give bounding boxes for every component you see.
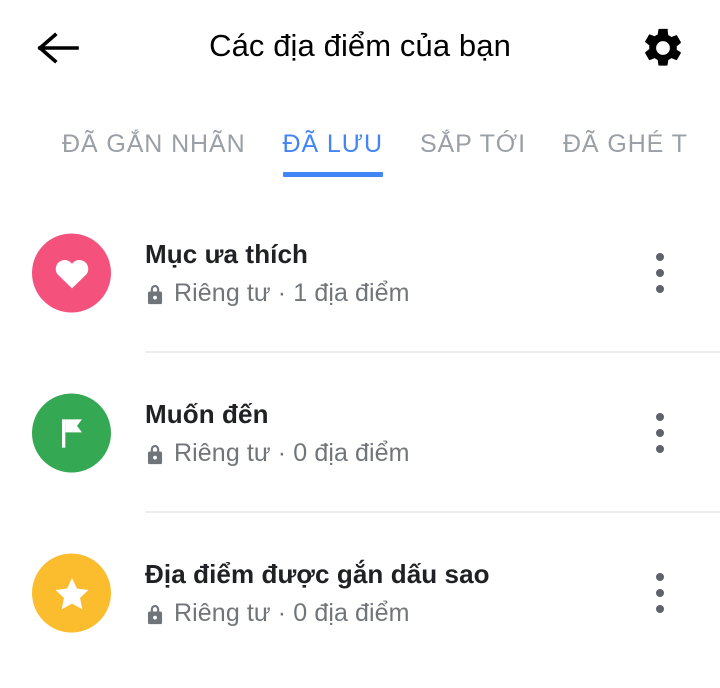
tab-label: ĐÃ GHÉ T	[562, 130, 688, 158]
list-item[interactable]: Muốn đến Riêng tư · 0 địa điểm	[0, 353, 720, 513]
tab-label: SẮP TỚI	[419, 130, 526, 158]
tabs-row: ĐÃ GẮN NHÃN ĐÃ LƯU SẮP TỚI ĐÃ GHÉ T	[62, 100, 688, 193]
list-text: Địa điểm được gắn dấu sao Riêng tư · 0 đ…	[145, 557, 610, 629]
list-subtitle: Riêng tư · 0 địa điểm	[145, 438, 610, 469]
list-avatar	[32, 393, 111, 473]
saved-lists: Mục ưa thích Riêng tư · 1 địa điểm Muốn …	[0, 193, 720, 673]
app-bar: Các địa điểm của bạn	[0, 0, 720, 100]
list-title: Mục ưa thích	[145, 239, 309, 269]
more-vert-icon[interactable]	[636, 245, 684, 301]
tab-visited[interactable]: ĐÃ GHÉ T	[563, 100, 688, 193]
page-title: Các địa điểm của bạn	[209, 28, 511, 63]
flag-icon	[52, 413, 92, 453]
tab-upcoming[interactable]: SẮP TỚI	[420, 100, 526, 193]
list-item[interactable]: Mục ưa thích Riêng tư · 1 địa điểm	[0, 193, 720, 353]
tab-saved[interactable]: ĐÃ LƯU	[282, 100, 383, 193]
list-subtitle: Riêng tư · 1 địa điểm	[145, 278, 610, 309]
list-subtitle-text: Riêng tư · 0 địa điểm	[174, 599, 410, 627]
list-subtitle-text: Riêng tư · 1 địa điểm	[174, 279, 410, 307]
list-avatar	[32, 553, 111, 633]
gear-icon	[640, 25, 686, 71]
list-item[interactable]: Địa điểm được gắn dấu sao Riêng tư · 0 đ…	[0, 513, 720, 673]
list-text: Muốn đến Riêng tư · 0 địa điểm	[145, 397, 610, 469]
tab-label: ĐÃ LƯU	[282, 130, 383, 158]
list-subtitle-text: Riêng tư · 0 địa điểm	[174, 439, 410, 467]
lock-icon	[145, 443, 165, 467]
list-title: Địa điểm được gắn dấu sao	[145, 559, 490, 589]
star-icon	[50, 571, 94, 615]
list-text: Mục ưa thích Riêng tư · 1 địa điểm	[145, 237, 610, 309]
more-vert-icon[interactable]	[636, 565, 684, 621]
list-avatar	[32, 233, 111, 313]
lock-icon	[145, 603, 165, 627]
lock-icon	[145, 283, 165, 307]
heart-icon	[51, 252, 93, 294]
tab-label: ĐÃ GẮN NHÃN	[62, 130, 246, 158]
tab-bar: ĐÃ GẮN NHÃN ĐÃ LƯU SẮP TỚI ĐÃ GHÉ T	[0, 100, 720, 193]
list-subtitle: Riêng tư · 0 địa điểm	[145, 598, 610, 629]
more-vert-icon[interactable]	[636, 405, 684, 461]
list-title: Muốn đến	[145, 399, 269, 429]
tab-underline	[282, 172, 383, 177]
settings-button[interactable]	[630, 16, 696, 80]
tab-labeled[interactable]: ĐÃ GẮN NHÃN	[62, 100, 246, 193]
